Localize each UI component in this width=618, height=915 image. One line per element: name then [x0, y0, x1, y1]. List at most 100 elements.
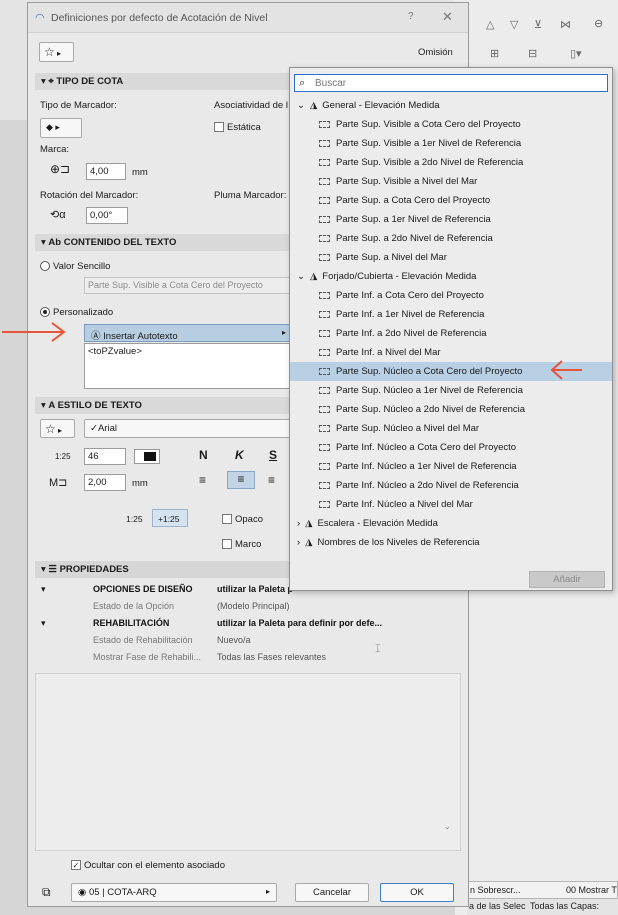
tree-item[interactable]: Parte Sup. Visible a Cota Cero del Proye… — [290, 115, 612, 134]
arrow-up-icon[interactable]: △ — [486, 18, 494, 31]
bg-status-text: n Sobrescr... — [470, 885, 521, 895]
grid-icon[interactable]: ⊟ — [528, 47, 537, 60]
custom-label: Personalizado — [53, 307, 114, 318]
underline-button[interactable]: S — [269, 448, 277, 462]
scale-a-label: 1:25 — [126, 514, 143, 524]
static-checkbox[interactable]: Estática — [214, 122, 261, 133]
collapse-icon[interactable]: ▾ — [41, 618, 46, 629]
tree-item[interactable]: Parte Inf. a 2do Nivel de Referencia — [290, 324, 612, 343]
property-row[interactable]: Estado de la Opción (Modelo Principal) — [35, 598, 461, 615]
align-left-icon[interactable]: ≡ — [199, 473, 206, 487]
star-icon: ☆ — [44, 45, 55, 59]
ruler-icon[interactable]: ⊞ — [490, 47, 499, 60]
lock-icon[interactable]: ⊖ — [594, 17, 603, 30]
property-name: REHABILITACIÓN — [93, 618, 170, 628]
field-icon — [319, 424, 330, 432]
chevron-down-icon[interactable]: ⌄ — [297, 100, 305, 111]
tree-item[interactable]: Parte Sup. Núcleo a Nivel del Mar — [290, 419, 612, 438]
tree-item[interactable]: Parte Sup. Visible a Nivel del Mar — [290, 172, 612, 191]
property-row[interactable]: Mostrar Fase de Rehabili... Todas las Fas… — [35, 649, 461, 666]
collapse-icon[interactable]: ▾ — [41, 584, 46, 595]
annotation-arrow-left — [2, 322, 66, 342]
tree-item[interactable]: Parte Inf. a 1er Nivel de Referencia — [290, 305, 612, 324]
align-right-icon[interactable]: ≡ — [268, 473, 275, 487]
tree-item[interactable]: Parte Sup. Núcleo a 1er Nivel de Referen… — [290, 381, 612, 400]
field-icon — [319, 443, 330, 451]
text-height-input[interactable]: 2,00 — [84, 474, 126, 491]
frame-checkbox[interactable]: Marco — [222, 539, 261, 550]
bold-button[interactable]: N — [199, 448, 208, 462]
tree-item[interactable]: Parte Sup. a Nivel del Mar — [290, 248, 612, 267]
tree-group[interactable]: ⌄ ◮ General - Elevación Medida — [290, 96, 612, 115]
tree-item-label: Parte Inf. a Nivel del Mar — [336, 347, 441, 358]
layer-icon: ⧉ — [42, 885, 51, 899]
align-bottom-icon[interactable]: ⊻ — [534, 18, 542, 31]
layout-icon[interactable]: ▯▾ — [570, 47, 582, 60]
insert-autotext-button[interactable]: Ⓐ Insertar Autotexto ▸ — [84, 324, 292, 342]
tree-item[interactable]: Parte Inf. Núcleo a 2do Nivel de Referen… — [290, 476, 612, 495]
chevron-right-icon: ▸ — [281, 328, 286, 337]
font-selector[interactable]: ✓Arial — [84, 419, 292, 438]
close-icon[interactable]: ✕ — [442, 9, 453, 25]
scale-b-button[interactable]: +1:25 — [152, 509, 188, 527]
tree-group[interactable]: ⌄ ◮ Forjado/Cubierta - Elevación Medida — [290, 267, 612, 286]
help-icon[interactable]: ? — [408, 11, 414, 22]
marker-rotation-input[interactable]: 0,00° — [86, 207, 128, 224]
tree-item[interactable]: Parte Sup. Visible a 1er Nivel de Refere… — [290, 134, 612, 153]
static-label: Estática — [227, 122, 261, 133]
tree-item-label: Parte Sup. Visible a 1er Nivel de Refere… — [336, 138, 522, 149]
tree-item[interactable]: Parte Inf. Núcleo a Nivel del Mar — [290, 495, 612, 514]
tree-group[interactable]: › ◮ Escalera - Elevación Medida — [290, 514, 612, 533]
marker-size-input[interactable]: 4,00 — [86, 163, 126, 180]
chevron-down-icon[interactable]: ⌄ — [297, 271, 305, 282]
style-favorites-button[interactable]: ☆ ▸ — [40, 419, 75, 438]
tree-item-label: Parte Sup. a Nivel del Mar — [336, 252, 447, 263]
simple-value-radio[interactable]: Valor Sencillo — [40, 261, 110, 272]
chevron-right-icon[interactable]: › — [297, 518, 300, 529]
tree-item-label: Parte Inf. Núcleo a 1er Nivel de Referen… — [336, 461, 517, 472]
property-row[interactable]: Estado de Rehabilitación Nuevo/a — [35, 632, 461, 649]
pen-color-swatch[interactable] — [134, 449, 160, 464]
field-icon — [319, 367, 330, 375]
marker-label: Marca: — [40, 144, 70, 155]
text-content-icon: Ab — [48, 237, 64, 248]
search-input[interactable] — [294, 74, 608, 92]
tree-item[interactable]: Parte Inf. a Cota Cero del Proyecto — [290, 286, 612, 305]
pen-number-input[interactable]: 46 — [84, 448, 126, 465]
tree-item[interactable]: Parte Sup. a 2do Nivel de Referencia — [290, 229, 612, 248]
add-button[interactable]: Añadir — [529, 571, 605, 588]
hide-with-element-checkbox[interactable]: ✓ Ocultar con el elemento asociado — [71, 860, 225, 871]
ok-button[interactable]: OK — [380, 883, 454, 902]
tree-item[interactable]: Parte Inf. Núcleo a Cota Cero del Proyec… — [290, 438, 612, 457]
tree-item-label: Parte Sup. a Cota Cero del Proyecto — [336, 195, 491, 206]
associativity-label: Asociatividad de l — [214, 100, 288, 111]
annotation-arrow-right — [550, 360, 582, 380]
italic-button[interactable]: K — [235, 448, 244, 462]
field-icon — [319, 500, 330, 508]
field-icon — [319, 348, 330, 356]
cancel-button[interactable]: Cancelar — [295, 883, 369, 902]
arrow-down-icon[interactable]: ▽ — [510, 18, 518, 31]
custom-text-area[interactable]: <toPZvalue> — [84, 343, 292, 389]
align-center-icon[interactable]: ≡ — [227, 471, 255, 489]
chevron-right-icon[interactable]: › — [297, 537, 300, 548]
property-row[interactable]: ▾ REHABILITACIÓN utilizar la Paleta para d… — [35, 615, 461, 632]
marker-type-selector[interactable]: ◆ ▸ — [40, 118, 82, 138]
tree-item-label: Parte Inf. Núcleo a Cota Cero del Proyec… — [336, 442, 517, 453]
custom-radio[interactable]: Personalizado — [40, 307, 113, 318]
property-value: Todas las Fases relevantes — [217, 652, 327, 662]
tree-item-label: Parte Inf. a 1er Nivel de Referencia — [336, 309, 485, 320]
tree-item[interactable]: Parte Inf. Núcleo a 1er Nivel de Referen… — [290, 457, 612, 476]
tree-item[interactable]: Parte Sup. Visible a 2do Nivel de Refere… — [290, 153, 612, 172]
tree-item[interactable]: Parte Sup. Núcleo a 2do Nivel de Referen… — [290, 400, 612, 419]
opaque-checkbox[interactable]: Opaco — [222, 514, 263, 525]
tree-item[interactable]: Parte Sup. a 1er Nivel de Referencia — [290, 210, 612, 229]
favorites-button[interactable]: ☆ ▸ — [39, 42, 74, 62]
tree-item[interactable]: Parte Sup. a Cota Cero del Proyecto — [290, 191, 612, 210]
tree-group[interactable]: › ◮ Nombres de los Niveles de Referencia — [290, 533, 612, 552]
scroll-down-icon[interactable]: ⌄ — [444, 822, 451, 831]
flip-icon[interactable]: ⋈ — [560, 18, 571, 31]
dialog-titlebar[interactable]: ◠ Definiciones por defecto de Acotación … — [28, 3, 468, 33]
layer-selector[interactable]: ◉ 05 | COTA-ARQ ▸ — [71, 883, 277, 902]
group-icon: ◮ — [305, 537, 313, 548]
